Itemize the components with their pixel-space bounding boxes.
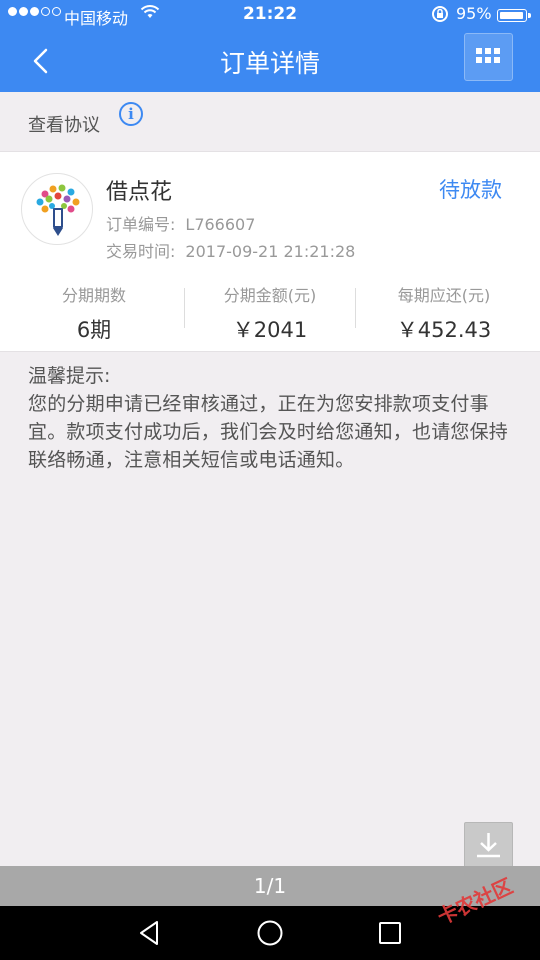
tips-section: 温馨提示: 您的分期申请已经审核通过，正在为您安排款项支付事宜。款项支付成功后，… (28, 362, 508, 474)
rotation-lock-icon (430, 4, 450, 28)
grid-icon (465, 34, 512, 80)
tips-body: 您的分期申请已经审核通过，正在为您安排款项支付事宜。款项支付成功后，我们会及时给… (28, 393, 509, 471)
stat-per-period: 每期应还(元) ￥452.43 (354, 280, 534, 344)
stat-label: 分期金额(元) (223, 286, 317, 305)
product-name: 借点花 (106, 180, 173, 205)
battery-icon (497, 9, 527, 22)
stat-label: 分期期数 (61, 286, 126, 305)
order-number-row: 订单编号: L766607 (106, 211, 255, 235)
download-icon (477, 833, 500, 858)
download-button[interactable] (464, 822, 513, 869)
transaction-time-row: 交易时间: 2017-09-21 21:21:28 (106, 238, 355, 262)
home-circle-icon[interactable] (254, 917, 286, 949)
page-title: 订单详情 (219, 49, 320, 78)
status-bar: 中国移动 21:22 95% (0, 0, 540, 30)
order-status: 待放款 (439, 178, 502, 202)
menu-button[interactable] (464, 33, 513, 81)
stat-value: ￥452.43 (396, 318, 492, 342)
stat-label: 每期应还(元) (397, 286, 491, 305)
back-triangle-icon[interactable] (134, 917, 166, 949)
installment-stats: 分期期数 6期 分期金额(元) ￥2041 每期应还(元) ￥452.43 (0, 280, 540, 342)
info-icon[interactable]: i (119, 102, 143, 126)
navbar: 订单详情 (0, 30, 540, 92)
order-number: L766607 (185, 215, 256, 234)
view-agreement-link[interactable]: 查看协议 (28, 111, 100, 137)
order-number-label: 订单编号: (106, 215, 176, 234)
transaction-time-label: 交易时间: (106, 242, 176, 261)
tips-title: 温馨提示: (28, 365, 111, 387)
stat-value: 6期 (76, 318, 112, 342)
transaction-time: 2017-09-21 21:21:28 (185, 242, 356, 261)
stat-value: ￥2041 (232, 318, 308, 342)
order-card: 借点花 待放款 订单编号: L766607 交易时间: 2017-09-21 21:… (0, 152, 540, 352)
stat-amount: 分期金额(元) ￥2041 (180, 280, 360, 344)
product-logo (21, 173, 93, 245)
screen: 中国移动 21:22 95% 订单详情 查看协议 i 借点花 待放款 订单编号:… (0, 0, 540, 960)
agreement-row[interactable]: 查看协议 i (0, 92, 540, 152)
recents-square-icon[interactable] (374, 917, 406, 949)
battery-percent: 95% (456, 4, 492, 23)
stat-periods: 分期期数 6期 (4, 280, 184, 344)
